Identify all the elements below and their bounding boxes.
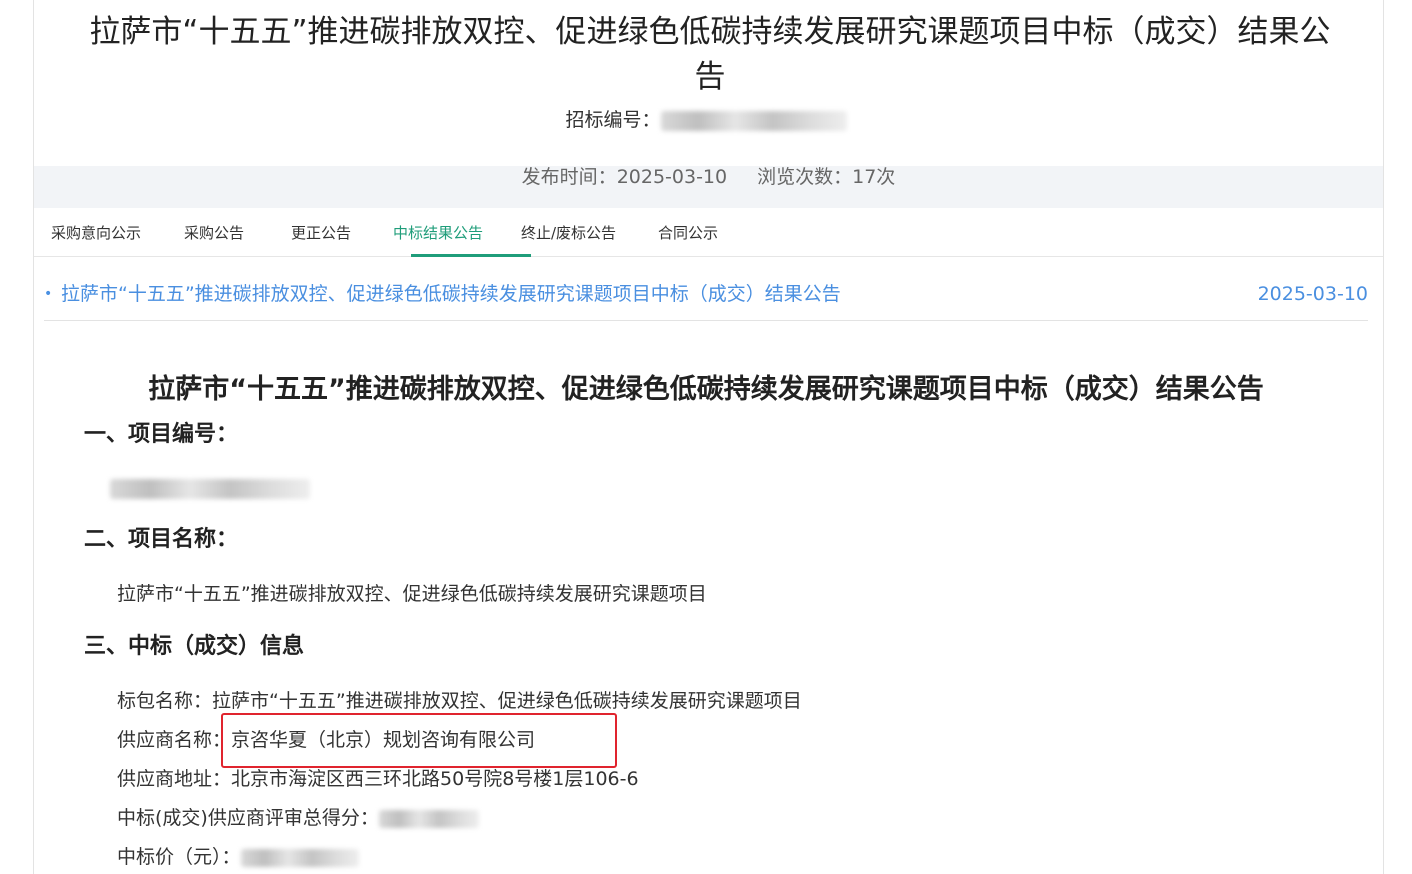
redacted-score [378, 809, 479, 828]
tab-termination[interactable]: 终止/废标公告 [521, 222, 616, 244]
supplier-address-row: 供应商地址：北京市海淀区西三环北路50号院8号楼1层106-6 [117, 765, 639, 793]
highlight-box [221, 713, 617, 768]
list-item: • 拉萨市“十五五”推进碳排放双控、促进绿色低碳持续发展研究课题项目中标（成交）… [44, 280, 1368, 321]
announcement-link[interactable]: 拉萨市“十五五”推进碳排放双控、促进绿色低碳持续发展研究课题项目中标（成交）结果… [61, 280, 841, 308]
redacted-price [240, 848, 359, 867]
announcement-date: 2025-03-10 [1257, 283, 1368, 305]
section-project-number: 一、项目编号： [84, 422, 239, 447]
price-row: 中标价（元）： [117, 843, 359, 871]
section-award-info: 三、中标（成交）信息 [84, 634, 305, 659]
score-label: 中标(成交)供应商评审总得分： [117, 807, 379, 829]
page-title: 拉萨市“十五五”推进碳排放双控、促进绿色低碳持续发展研究课题项目中标（成交）结果… [89, 14, 1331, 95]
tab-correction[interactable]: 更正公告 [291, 222, 351, 244]
publish-date: 2025-03-10 [616, 166, 728, 188]
price-label: 中标价（元）： [117, 846, 241, 868]
announcement-tabs: 采购意向公示 采购公告 更正公告 中标结果公告 终止/废标公告 合同公示 [34, 210, 1383, 257]
package-label: 标包名称： [117, 690, 213, 712]
redacted-bid-number [660, 110, 847, 131]
bid-number: 招标编号： [0, 106, 1412, 134]
bullet-icon: • [44, 286, 53, 302]
package-name-row: 标包名称：拉萨市“十五五”推进碳排放双控、促进绿色低碳持续发展研究课题项目 [117, 687, 802, 715]
redacted-project-number [110, 474, 310, 502]
supplier-label: 供应商名称： [117, 729, 232, 751]
section-project-name: 二、项目名称： [84, 527, 239, 552]
active-tab-indicator [411, 254, 531, 257]
tab-procurement[interactable]: 采购公告 [184, 222, 244, 244]
document-title: 拉萨市“十五五”推进碳排放双控、促进绿色低碳持续发展研究课题项目中标（成交）结果… [148, 374, 1264, 405]
views-count: 17次 [852, 166, 896, 188]
tab-contract[interactable]: 合同公示 [658, 222, 718, 244]
address-label: 供应商地址： [117, 768, 232, 790]
publish-label: 发布时间： [521, 166, 617, 188]
score-row: 中标(成交)供应商评审总得分： [117, 804, 479, 832]
bid-number-label: 招标编号： [565, 109, 661, 131]
views-label: 浏览次数： [757, 166, 853, 188]
meta-bar: 发布时间：2025-03-10 浏览次数：17次 [34, 166, 1383, 208]
tab-intent[interactable]: 采购意向公示 [51, 222, 141, 244]
package-value: 拉萨市“十五五”推进碳排放双控、促进绿色低碳持续发展研究课题项目 [212, 690, 802, 712]
project-name: 拉萨市“十五五”推进碳排放双控、促进绿色低碳持续发展研究课题项目 [117, 583, 707, 605]
tab-award-result[interactable]: 中标结果公告 [393, 222, 483, 244]
address-value: 北京市海淀区西三环北路50号院8号楼1层106-6 [231, 768, 639, 790]
